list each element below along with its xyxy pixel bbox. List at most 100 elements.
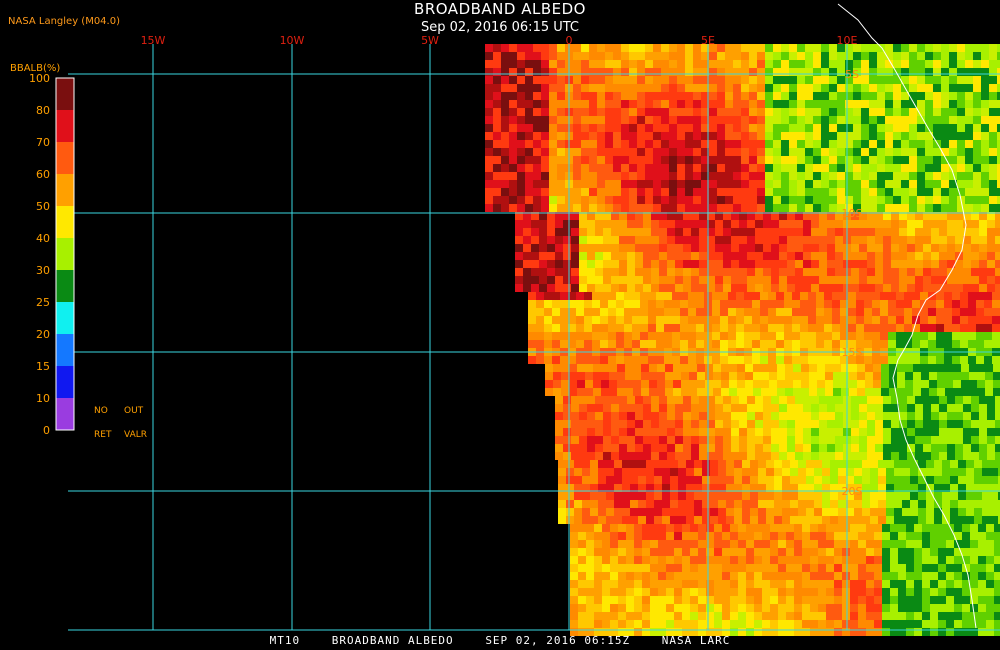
albedo-pixel <box>872 340 880 348</box>
albedo-pixel <box>814 500 822 508</box>
albedo-pixel <box>853 172 861 180</box>
albedo-pixel <box>976 332 984 340</box>
albedo-pixel <box>725 108 733 116</box>
albedo-pixel <box>720 340 728 348</box>
albedo-pixel <box>712 324 720 332</box>
albedo-pixel <box>939 244 947 252</box>
albedo-pixel <box>960 316 968 324</box>
albedo-pixel <box>618 556 626 564</box>
albedo-pixel <box>597 180 605 188</box>
albedo-pixel <box>981 204 989 212</box>
albedo-pixel <box>678 508 686 516</box>
albedo-pixel <box>984 300 992 308</box>
albedo-pixel <box>525 172 533 180</box>
albedo-pixel <box>741 116 749 124</box>
albedo-pixel <box>533 108 541 116</box>
albedo-pixel <box>977 380 985 388</box>
albedo-pixel <box>666 588 674 596</box>
albedo-pixel <box>675 452 683 460</box>
albedo-pixel <box>837 52 845 60</box>
albedo-pixel <box>861 44 869 52</box>
albedo-pixel <box>784 300 792 308</box>
albedo-pixel <box>630 460 638 468</box>
albedo-pixel <box>834 564 842 572</box>
albedo-pixel <box>674 620 682 628</box>
albedo-pixel <box>994 580 1000 588</box>
albedo-pixel <box>933 52 941 60</box>
albedo-pixel <box>826 532 834 540</box>
albedo-pixel <box>763 420 771 428</box>
albedo-pixel <box>685 68 693 76</box>
albedo-pixel <box>718 492 726 500</box>
albedo-pixel <box>757 196 765 204</box>
albedo-pixel <box>776 308 784 316</box>
albedo-pixel <box>890 612 898 620</box>
albedo-pixel <box>874 572 882 580</box>
albedo-pixel <box>720 324 728 332</box>
albedo-pixel <box>613 196 621 204</box>
albedo-pixel <box>914 612 922 620</box>
albedo-pixel <box>944 324 952 332</box>
albedo-pixel <box>789 132 797 140</box>
albedo-pixel <box>533 148 541 156</box>
albedo-pixel <box>662 492 670 500</box>
albedo-pixel <box>858 540 866 548</box>
albedo-pixel <box>912 308 920 316</box>
albedo-pixel <box>877 84 885 92</box>
albedo-pixel <box>531 268 539 276</box>
albedo-pixel <box>541 100 549 108</box>
albedo-pixel <box>723 260 731 268</box>
albedo-pixel <box>664 332 672 340</box>
albedo-pixel <box>646 500 654 508</box>
albedo-pixel <box>901 44 909 52</box>
albedo-pixel <box>733 92 741 100</box>
albedo-pixel <box>674 588 682 596</box>
albedo-pixel <box>963 276 971 284</box>
albedo-pixel <box>800 316 808 324</box>
albedo-pixel <box>600 292 608 300</box>
albedo-pixel <box>635 420 643 428</box>
albedo-pixel <box>784 292 792 300</box>
albedo-pixel <box>790 468 798 476</box>
albedo-pixel <box>994 524 1000 532</box>
albedo-pixel <box>677 44 685 52</box>
albedo-pixel <box>869 148 877 156</box>
albedo-pixel <box>698 548 706 556</box>
albedo-pixel <box>853 156 861 164</box>
albedo-pixel <box>803 452 811 460</box>
albedo-pixel <box>517 60 525 68</box>
albedo-pixel <box>787 260 795 268</box>
albedo-pixel <box>642 572 650 580</box>
albedo-pixel <box>883 444 891 452</box>
albedo-pixel <box>901 100 909 108</box>
albedo-pixel <box>773 188 781 196</box>
albedo-pixel <box>675 276 683 284</box>
albedo-pixel <box>979 220 987 228</box>
albedo-pixel <box>643 420 651 428</box>
albedo-pixel <box>610 588 618 596</box>
albedo-pixel <box>917 92 925 100</box>
albedo-pixel <box>614 460 622 468</box>
albedo-pixel <box>715 404 723 412</box>
albedo-pixel <box>619 396 627 404</box>
albedo-pixel <box>857 364 865 372</box>
albedo-pixel <box>706 604 714 612</box>
albedo-pixel <box>555 284 563 292</box>
albedo-pixel <box>809 388 817 396</box>
albedo-pixel <box>525 196 533 204</box>
albedo-pixel <box>642 548 650 556</box>
albedo-pixel <box>773 148 781 156</box>
albedo-pixel <box>577 364 585 372</box>
albedo-pixel <box>867 260 875 268</box>
albedo-pixel <box>590 476 598 484</box>
albedo-pixel <box>619 276 627 284</box>
albedo-pixel <box>624 356 632 364</box>
albedo-pixel <box>619 284 627 292</box>
albedo-pixel <box>912 300 920 308</box>
albedo-pixel <box>979 444 987 452</box>
albedo-pixel <box>810 580 818 588</box>
albedo-pixel <box>754 548 762 556</box>
albedo-pixel <box>585 388 593 396</box>
albedo-pixel <box>597 44 605 52</box>
albedo-pixel <box>493 188 501 196</box>
